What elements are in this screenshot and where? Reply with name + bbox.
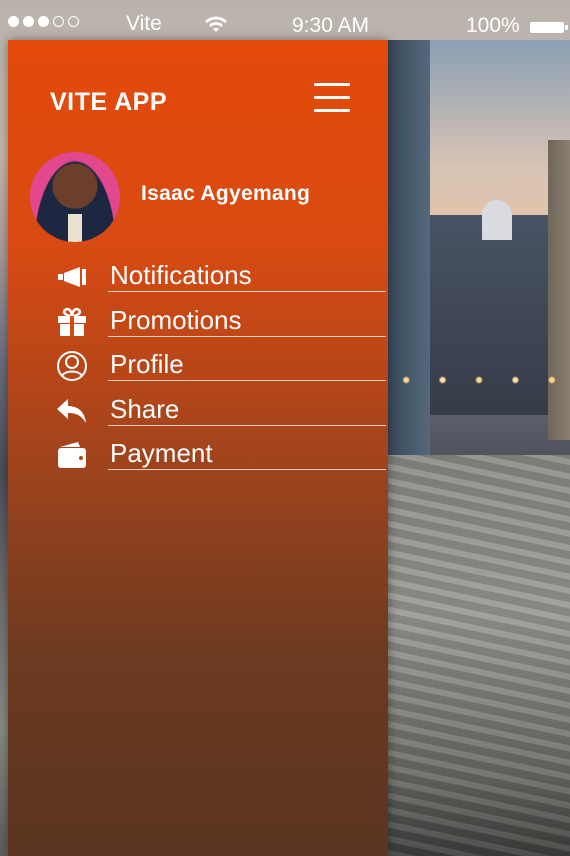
menu-item-promotions[interactable]: Promotions (50, 303, 386, 348)
menu-item-label: Profile (110, 349, 184, 379)
menu-item-label: Promotions (110, 304, 242, 335)
background-dome (482, 200, 512, 240)
background-building (388, 40, 430, 470)
wifi-icon (204, 14, 228, 40)
wallet-icon (56, 440, 88, 470)
menu-item-label: Notifications (110, 260, 252, 290)
status-bar: Vite 9:30 AM 100% (0, 0, 570, 52)
user-name: Isaac Agyemang (141, 182, 311, 205)
menu-item-label: Payment (110, 438, 213, 468)
menu-item-notifications[interactable]: Notifications (50, 258, 386, 303)
battery-percentage: 100% (466, 14, 520, 37)
signal-strength-icon (8, 16, 79, 27)
avatar-shirt (68, 214, 82, 242)
share-arrow-icon (56, 396, 88, 426)
gift-icon (56, 307, 88, 337)
menu-divider (108, 335, 386, 337)
menu-divider (108, 380, 386, 381)
megaphone-icon (56, 262, 88, 292)
user-circle-icon (56, 351, 88, 381)
menu-item-profile[interactable]: Profile (50, 347, 386, 392)
carrier-name: Vite (126, 12, 162, 35)
menu-item-share[interactable]: Share (50, 392, 386, 437)
avatar[interactable] (30, 152, 120, 242)
background-street-lights (388, 370, 570, 390)
menu-item-label: Share (110, 393, 180, 424)
status-time: 9:30 AM (292, 14, 370, 37)
hamburger-menu-icon[interactable] (314, 83, 350, 113)
side-menu-panel: VITE APP Isaac Agyemang Notifications Pr… (8, 40, 388, 856)
menu-divider (108, 291, 386, 292)
background-cobblestone-street (388, 455, 570, 856)
app-title: VITE APP (50, 88, 167, 116)
background-building (548, 140, 570, 440)
menu-item-payment[interactable]: Payment (50, 436, 386, 481)
menu-divider (108, 469, 386, 470)
menu-divider (108, 424, 386, 426)
menu-list: Notifications Promotions Profile Share P… (50, 258, 386, 481)
battery-icon (530, 22, 568, 33)
